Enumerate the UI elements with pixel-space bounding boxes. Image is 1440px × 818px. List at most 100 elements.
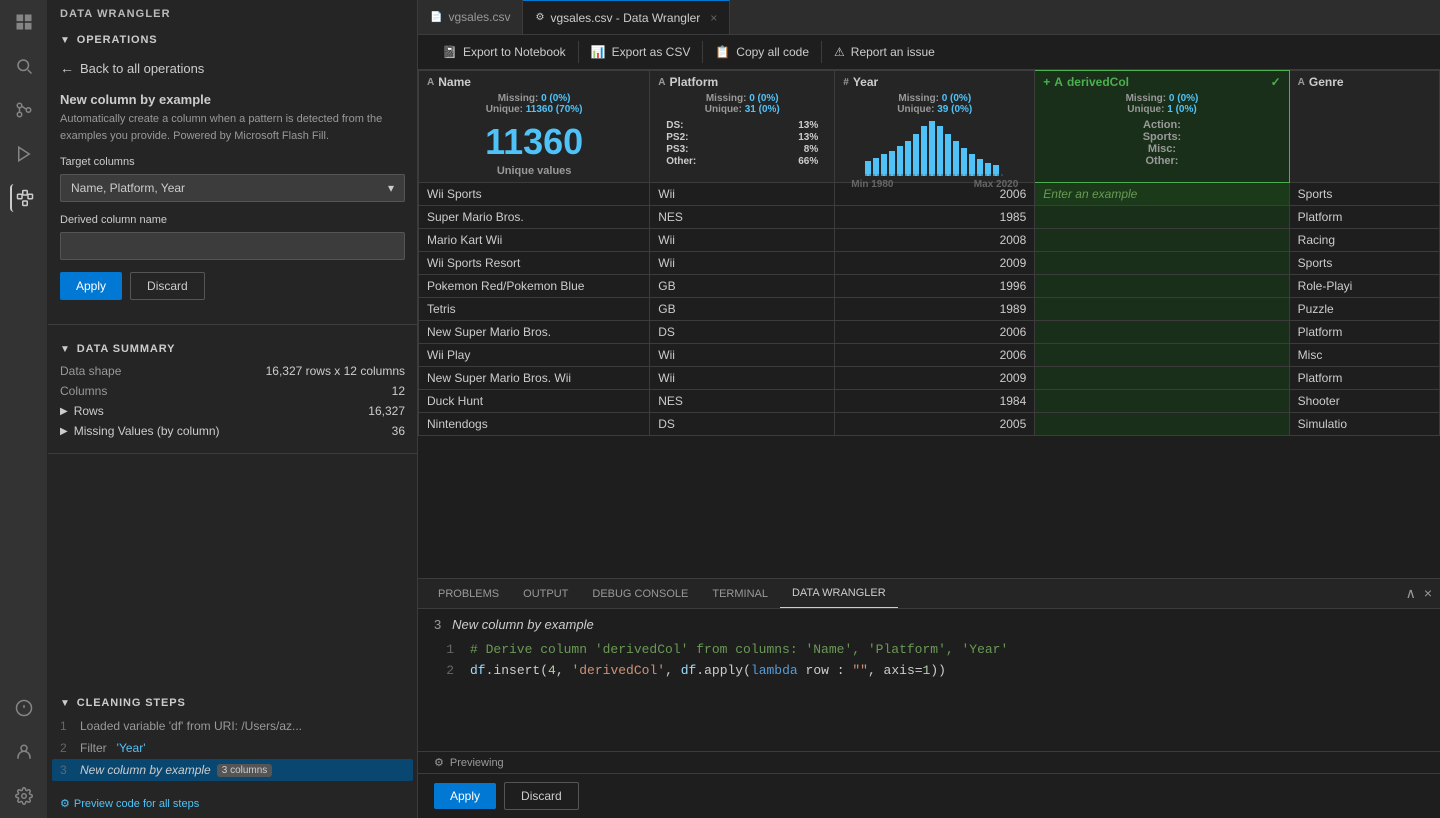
operation-title: New column by example: [60, 92, 405, 107]
col-genre-label: Genre: [1309, 75, 1344, 89]
table-cell[interactable]: [1035, 390, 1289, 413]
operations-label: OPERATIONS: [77, 34, 158, 46]
step-2[interactable]: 2 Filter 'Year': [60, 737, 405, 759]
step-3-label: New column by example: [80, 763, 211, 777]
panel-tab-output[interactable]: OUTPUT: [511, 579, 580, 608]
table-row: New Super Mario Bros.DS2006Platform: [419, 321, 1440, 344]
bottom-apply-button[interactable]: Apply: [434, 783, 496, 809]
data-summary-label: DATA SUMMARY: [77, 343, 176, 355]
missing-values-expandable[interactable]: ▶ Missing Values (by column) 36: [60, 421, 405, 441]
table-cell: Simulatio: [1289, 413, 1439, 436]
step-1-num: 1: [60, 719, 74, 733]
test-icon[interactable]: [10, 694, 38, 722]
search-icon[interactable]: [10, 52, 38, 80]
columns-row: Columns 12: [60, 381, 405, 401]
tab-close-icon[interactable]: ×: [710, 11, 717, 25]
year-col-chart: Min 1980 Max 2020: [843, 117, 1026, 182]
expand-rows-icon: ▶: [60, 406, 68, 417]
csv-file-icon: 📄: [430, 12, 442, 23]
target-columns-label: Target columns: [60, 156, 405, 168]
tab-wrangler-label: vgsales.csv - Data Wrangler: [550, 11, 700, 25]
panel-tab-problems[interactable]: PROBLEMS: [426, 579, 511, 608]
dropdown-arrow-icon: ▾: [388, 181, 394, 195]
table-cell[interactable]: Enter an example: [1035, 183, 1289, 206]
table-cell: Platform: [1289, 206, 1439, 229]
cleaning-steps-toggle[interactable]: ▼ CLEANING STEPS: [60, 691, 405, 715]
expand-missing-icon: ▶: [60, 426, 68, 437]
source-control-icon[interactable]: [10, 96, 38, 124]
discard-button[interactable]: Discard: [130, 272, 205, 300]
table-row: Wii SportsWii2006Enter an exampleSports: [419, 183, 1440, 206]
activity-bar: [0, 0, 48, 818]
missing-value: 36: [392, 424, 405, 438]
back-link[interactable]: ← Back to all operations: [60, 52, 405, 84]
table-cell[interactable]: [1035, 413, 1289, 436]
table-row: Wii PlayWii2006Misc: [419, 344, 1440, 367]
panel-tab-terminal[interactable]: TERMINAL: [700, 579, 780, 608]
genre-col-icon: A: [1298, 77, 1305, 88]
year-col-icon: #: [843, 77, 849, 88]
table-cell: Role-Playi: [1289, 275, 1439, 298]
code-comment-1: # Derive column 'derivedCol' from column…: [470, 640, 1008, 661]
chevron-down-icon: ▼: [60, 344, 71, 355]
export-csv-button[interactable]: 📊 Export as CSV: [579, 41, 704, 63]
year-col-stats: Missing: 0 (0%) Unique: 39 (0%): [843, 91, 1026, 117]
step-3[interactable]: 3 New column by example 3 columns: [52, 759, 413, 781]
code-block: 1 # Derive column 'derivedCol' from colu…: [434, 640, 1424, 682]
platform-col-stats: Missing: 0 (0%) Unique: 31 (0%): [658, 91, 826, 117]
table-cell: Duck Hunt: [419, 390, 650, 413]
export-notebook-button[interactable]: 📓 Export to Notebook: [430, 41, 579, 63]
step-2-tag: 'Year': [117, 741, 146, 755]
panel-collapse-icon[interactable]: ∧: [1406, 585, 1416, 602]
col-name-label: Name: [438, 75, 471, 89]
table-cell: Wii: [650, 229, 835, 252]
settings-icon[interactable]: [10, 782, 38, 810]
action-buttons: Apply Discard: [60, 272, 405, 300]
table-row: Duck HuntNES1984Shooter: [419, 390, 1440, 413]
table-cell[interactable]: [1035, 229, 1289, 252]
missing-label: Missing Values (by column): [74, 424, 220, 438]
rows-expandable[interactable]: ▶ Rows 16,327: [60, 401, 405, 421]
sidebar-title: DATA WRANGLER: [48, 0, 417, 28]
panel-tab-debug[interactable]: DEBUG CONSOLE: [580, 579, 700, 608]
table-cell[interactable]: [1035, 275, 1289, 298]
col-header-derived: + A derivedCol ✓ Missing: 0 (0%) Unique:…: [1035, 71, 1289, 183]
platform-col-icon: A: [658, 77, 665, 88]
step-1-label: Loaded variable 'df' from URI: /Users/az…: [80, 719, 302, 733]
preview-code-link[interactable]: ⚙ Preview code for all steps: [48, 789, 417, 818]
table-cell[interactable]: [1035, 344, 1289, 367]
derived-col-stats: Missing: 0 (0%) Unique: 1 (0%): [1043, 91, 1280, 117]
tab-vgsales-csv[interactable]: 📄 vgsales.csv: [418, 0, 523, 34]
data-summary-toggle[interactable]: ▼ DATA SUMMARY: [60, 337, 405, 361]
table-cell[interactable]: [1035, 206, 1289, 229]
operations-toggle[interactable]: ▼ OPERATIONS: [60, 28, 405, 52]
target-columns-select[interactable]: Name, Platform, Year ▾: [60, 174, 405, 202]
table-cell[interactable]: [1035, 367, 1289, 390]
step-1[interactable]: 1 Loaded variable 'df' from URI: /Users/…: [60, 715, 405, 737]
tab-vgsales-wrangler[interactable]: ⚙ vgsales.csv - Data Wrangler ×: [523, 0, 730, 34]
apply-button[interactable]: Apply: [60, 272, 122, 300]
data-grid-container[interactable]: A Name Missing: 0 (0%) Unique: 11360 (70…: [418, 70, 1440, 578]
chevron-cleaning-icon: ▼: [60, 698, 71, 709]
table-cell: Mario Kart Wii: [419, 229, 650, 252]
extensions-icon[interactable]: [10, 184, 38, 212]
user-icon[interactable]: [10, 738, 38, 766]
table-cell[interactable]: [1035, 321, 1289, 344]
report-issue-button[interactable]: ⚠ Report an issue: [822, 41, 947, 63]
data-summary-section: ▼ DATA SUMMARY Data shape 16,327 rows x …: [48, 337, 417, 441]
table-cell: Wii: [650, 367, 835, 390]
bottom-discard-button[interactable]: Discard: [504, 782, 579, 810]
export-csv-label: Export as CSV: [612, 45, 691, 59]
table-cell[interactable]: [1035, 252, 1289, 275]
run-icon[interactable]: [10, 140, 38, 168]
copy-code-button[interactable]: 📋 Copy all code: [703, 41, 822, 63]
chevron-icon: ▼: [60, 35, 71, 46]
table-cell[interactable]: [1035, 298, 1289, 321]
explorer-icon[interactable]: [10, 8, 38, 36]
panel-close-icon[interactable]: ×: [1424, 585, 1432, 602]
table-cell: 2006: [835, 344, 1035, 367]
panel-tab-wrangler[interactable]: DATA WRANGLER: [780, 579, 898, 608]
table-cell: GB: [650, 275, 835, 298]
code-line-2: 2 df.insert(4, 'derivedCol', df.apply(la…: [434, 661, 1424, 682]
derived-column-input[interactable]: [60, 232, 405, 260]
